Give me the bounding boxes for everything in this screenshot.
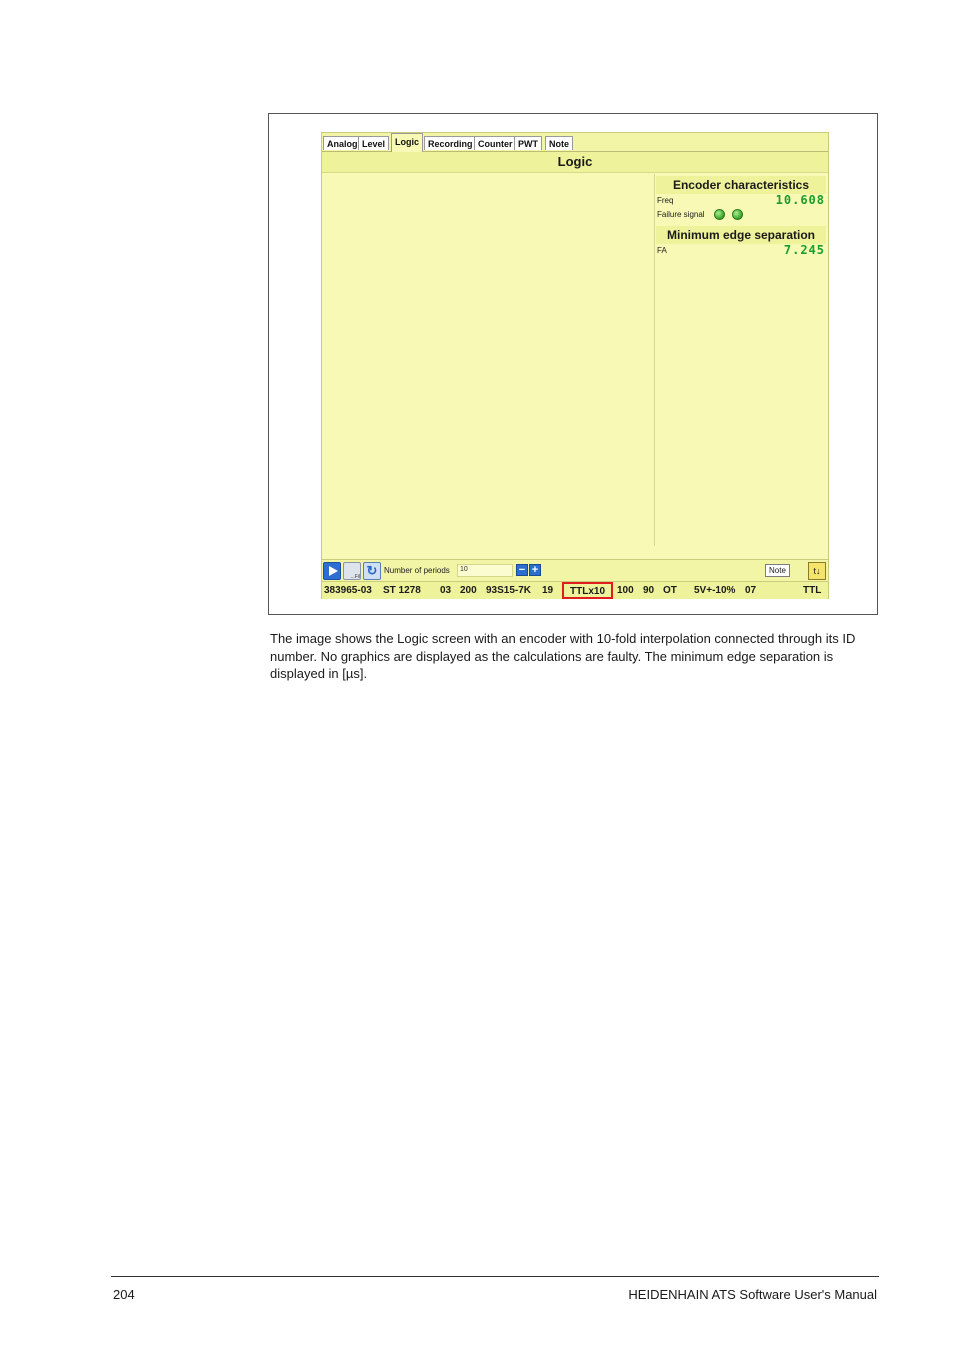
status-id-number: 383965-03 xyxy=(324,585,372,596)
freq-label: Freq xyxy=(657,196,674,205)
tab-recording[interactable]: Recording xyxy=(424,136,477,150)
tab-level[interactable]: Level xyxy=(358,136,390,150)
status-field-6: 19 xyxy=(542,585,554,596)
failure-signal-label: Failure signal xyxy=(657,210,705,219)
status-field-4: 200 xyxy=(460,585,477,596)
fa-value: 7.245 xyxy=(783,243,825,257)
status-field-9: 90 xyxy=(643,585,655,596)
tab-logic[interactable]: Logic xyxy=(391,133,423,152)
number-of-periods-label: Number of periods xyxy=(384,566,450,575)
status-field-12: 07 xyxy=(745,585,757,596)
exit-icon[interactable]: t↓ xyxy=(808,562,826,580)
side-panel: Encoder characteristics Freq 10.608 Fail… xyxy=(656,174,828,546)
logic-screen: Analog Level Logic Recording Counter PWT… xyxy=(321,132,829,599)
status-field-10: OT xyxy=(663,585,677,596)
min-edge-separation-title: Minimum edge separation xyxy=(656,226,826,244)
graph-area xyxy=(324,174,655,546)
note-button[interactable]: Note xyxy=(765,564,790,577)
manual-title: HEIDENHAIN ATS Software User's Manual xyxy=(628,1287,877,1302)
decrease-periods-button[interactable]: − xyxy=(516,564,528,576)
save-file-sub: ...Fil xyxy=(350,574,360,580)
status-field-5: 93S15-7K xyxy=(486,585,532,596)
save-file-icon[interactable]: ...Fil xyxy=(343,562,361,580)
tab-counter[interactable]: Counter xyxy=(474,136,517,150)
freq-value: 10.608 xyxy=(775,193,825,207)
screen-title: Logic xyxy=(322,152,828,173)
tab-pwt[interactable]: PWT xyxy=(514,136,542,150)
status-bar: 383965-03 ST 1278 03 200 93S15-7K 19 TTL… xyxy=(322,581,828,599)
footer-divider xyxy=(111,1276,879,1277)
play-icon[interactable] xyxy=(323,562,341,580)
tab-analog[interactable]: Analog xyxy=(323,136,362,150)
refresh-icon[interactable]: ↻ xyxy=(363,562,381,580)
failure-led-2-icon xyxy=(732,209,743,220)
encoder-characteristics-title: Encoder characteristics xyxy=(656,176,826,194)
tab-bar: Analog Level Logic Recording Counter PWT… xyxy=(322,133,828,152)
toolbar: ...Fil ↻ Number of periods 10 − + Note t… xyxy=(322,559,828,581)
tab-note[interactable]: Note xyxy=(545,136,573,150)
status-field-3: 03 xyxy=(440,585,452,596)
increase-periods-button[interactable]: + xyxy=(529,564,541,576)
failure-led-1-icon xyxy=(714,209,725,220)
fa-label: FA xyxy=(657,246,667,255)
status-serial: ST 1278 xyxy=(383,585,421,596)
status-interface-highlighted: TTLx10 xyxy=(562,582,614,599)
number-of-periods-input[interactable]: 10 xyxy=(457,564,513,577)
page-number: 204 xyxy=(113,1287,135,1302)
status-field-8: 100 xyxy=(617,585,634,596)
status-interface-type: TTL xyxy=(803,585,822,596)
status-voltage: 5V+-10% xyxy=(694,585,736,596)
figure-caption: The image shows the Logic screen with an… xyxy=(270,631,856,681)
